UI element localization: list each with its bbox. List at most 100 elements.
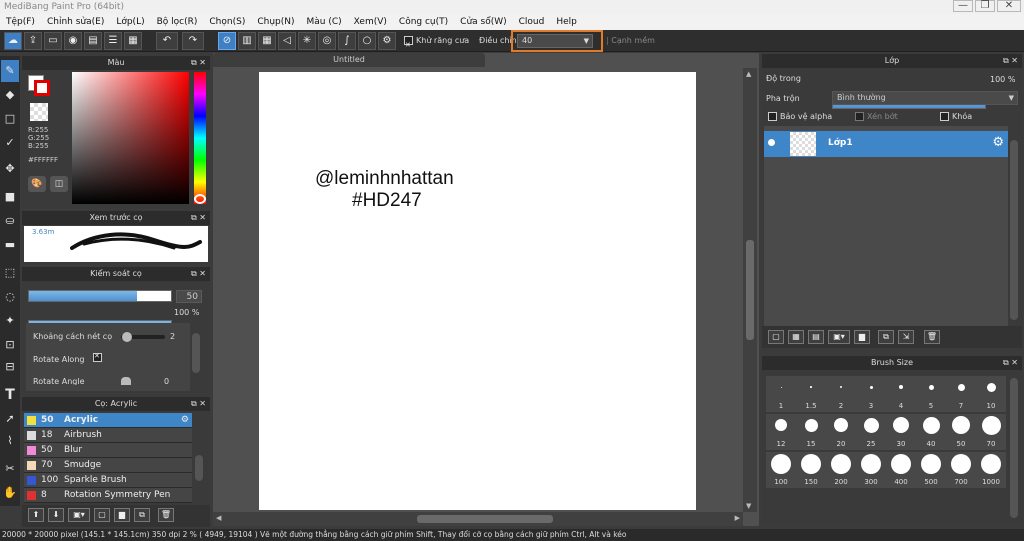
brush-size-preset[interactable]: 5 (916, 376, 946, 412)
layer-settings-gear-icon[interactable]: ⚙ (992, 135, 1004, 150)
menu-file[interactable]: Tệp(F) (0, 14, 41, 30)
color-picker-square[interactable] (72, 72, 189, 204)
brush-size-preset[interactable]: 4 (886, 376, 916, 412)
menu-help[interactable]: Help (550, 14, 583, 30)
new-brush-menu-icon[interactable]: ▣▾ (68, 508, 90, 522)
panel-close-icon[interactable]: ⧉ ✕ (1003, 54, 1018, 68)
menu-filter[interactable]: Bộ lọc(R) (151, 14, 204, 30)
brush-size-preset[interactable]: 7 (946, 376, 976, 412)
correction-dropdown[interactable]: 40 ▼ (517, 34, 593, 48)
panel-close-icon[interactable]: ⧉ ✕ (191, 211, 206, 225)
panel-close-icon[interactable]: ⧉ ✕ (191, 397, 206, 411)
drawing-canvas[interactable]: @leminhnhattan #HD247 (259, 72, 696, 510)
maximize-button[interactable]: ❐ (975, 0, 995, 12)
hue-handle[interactable] (194, 194, 206, 204)
brush-size-preset[interactable]: 25 (856, 414, 886, 450)
grid-snap-icon[interactable]: ▦ (258, 32, 276, 50)
new-8bit-layer-icon[interactable]: ▤ (808, 330, 824, 344)
add-brush-icon[interactable]: ⬆ (28, 508, 44, 522)
brush-size-preset[interactable]: 10 (976, 376, 1006, 412)
primary-color-swatch[interactable] (34, 80, 50, 96)
brush-size-preset[interactable]: 15 (796, 414, 826, 450)
clipping-checkbox[interactable] (855, 112, 864, 121)
new-layer-icon[interactable]: ▢ (768, 330, 784, 344)
brush-size-preset[interactable]: 300 (856, 452, 886, 488)
move-tool-icon[interactable]: ✥ (1, 158, 19, 180)
operation-tool-icon[interactable]: ➚ (1, 408, 19, 430)
layer-row[interactable]: Lớp1 ⚙ (764, 131, 1008, 157)
rectangle-tool-icon[interactable]: □ (1, 108, 19, 130)
lock-toggle[interactable]: Khóa (940, 112, 972, 121)
menu-layer[interactable]: Lớp(L) (110, 14, 150, 30)
scroll-up-icon[interactable]: ▲ (746, 70, 751, 78)
brush-folder-icon[interactable]: ▆ (114, 508, 130, 522)
menu-select[interactable]: Chọn(S) (203, 14, 251, 30)
brush-size-scrollbar[interactable] (1010, 378, 1018, 518)
hand-tool-icon[interactable]: ✋ (1, 482, 19, 504)
lasso-tool-icon[interactable]: ◌ (1, 286, 19, 308)
brush-size-preset[interactable]: 1000 (976, 452, 1006, 488)
brush-size-preset[interactable]: 700 (946, 452, 976, 488)
protect-alpha-toggle[interactable]: Bảo vệ alpha (768, 112, 832, 121)
minimize-button[interactable]: — (953, 0, 973, 12)
select-pen-tool-icon[interactable]: ⊡ (1, 334, 19, 356)
lock-checkbox[interactable] (940, 112, 949, 121)
brush-size-preset[interactable]: 12 (766, 414, 796, 450)
hue-slider[interactable] (194, 72, 206, 204)
brush-size-preset[interactable]: 400 (886, 452, 916, 488)
magic-wand-tool-icon[interactable]: ✦ (1, 310, 19, 332)
transparent-swatch[interactable] (30, 103, 48, 121)
canvas-vscroll-thumb[interactable] (746, 240, 754, 340)
undo-icon[interactable]: ↶ (156, 32, 178, 50)
brush-settings-gear-icon[interactable]: ⚙ (181, 413, 189, 428)
brush-size-preset[interactable]: 150 (796, 452, 826, 488)
merge-down-icon[interactable]: ⇲ (898, 330, 914, 344)
brush-size-preset[interactable]: 70 (976, 414, 1006, 450)
brush-size-preset[interactable]: 500 (916, 452, 946, 488)
layer-folder-icon[interactable]: ▆ (854, 330, 870, 344)
brush-item-acrylic[interactable]: 50 Acrylic ⚙ (24, 413, 192, 428)
grid-icon[interactable]: ▦ (124, 32, 142, 50)
menu-edit[interactable]: Chỉnh sửa(E) (41, 14, 110, 30)
brush-item-smudge[interactable]: 70 Smudge (24, 458, 192, 473)
canvas-hscroll-thumb[interactable] (417, 515, 553, 523)
layer-list-scrollbar[interactable] (1010, 140, 1018, 320)
delete-brush-icon[interactable]: 🗑 (158, 508, 174, 522)
new-halftone-layer-icon[interactable]: ▦ (788, 330, 804, 344)
duplicate-layer-icon[interactable]: ⧉ (878, 330, 894, 344)
visibility-eye-icon[interactable] (768, 139, 775, 146)
download-brush-icon[interactable]: ⬇ (48, 508, 64, 522)
brush-size-preset[interactable]: 40 (916, 414, 946, 450)
soft-edge-toggle[interactable]: | Cạnh mềm (606, 30, 655, 52)
brush-size-preset[interactable]: 50 (946, 414, 976, 450)
brush-size-preset[interactable]: 100 (766, 452, 796, 488)
export-icon[interactable]: ⇪ (24, 32, 42, 50)
brush-size-preset[interactable]: 200 (826, 452, 856, 488)
menu-cloud[interactable]: Cloud (513, 14, 551, 30)
gradient-tool-icon[interactable]: ▬ (1, 234, 19, 256)
snap-off-icon[interactable]: ⊘ (218, 32, 236, 50)
snap-settings-icon[interactable]: ⚙ (378, 32, 396, 50)
brush-item-sparkle[interactable]: 100 Sparkle Brush (24, 473, 192, 488)
fill-rect-tool-icon[interactable]: ■ (1, 186, 19, 208)
brush-item-airbrush[interactable]: 18 Airbrush (24, 428, 192, 443)
spacing-handle[interactable] (122, 332, 132, 342)
menu-snap[interactable]: Chụp(N) (251, 14, 300, 30)
add-layer-menu-icon[interactable]: ▣▾ (828, 330, 850, 344)
menu-color[interactable]: Màu (C) (301, 14, 348, 30)
clipping-toggle[interactable]: Xén bớt (855, 112, 898, 121)
brush-size-value[interactable]: 50 (176, 290, 202, 303)
brush-item-blur[interactable]: 50 Blur (24, 443, 192, 458)
select-rect-tool-icon[interactable]: ⬚ (1, 262, 19, 284)
scroll-left-icon[interactable]: ◀ (216, 514, 221, 522)
scroll-right-icon[interactable]: ▶ (735, 514, 740, 522)
rotate-angle-handle[interactable] (121, 377, 131, 385)
brush-list-scrollbar[interactable] (195, 455, 203, 481)
antialias-checkbox[interactable] (404, 36, 413, 45)
menu-view[interactable]: Xem(V) (348, 14, 393, 30)
chat-icon[interactable]: ◉ (64, 32, 82, 50)
concentric-snap-icon[interactable]: ◎ (318, 32, 336, 50)
brush-duplicate-icon[interactable]: ⧉ (134, 508, 150, 522)
radial-snap-icon[interactable]: ✳ (298, 32, 316, 50)
brush-tool-icon[interactable]: ✎ (1, 60, 19, 82)
